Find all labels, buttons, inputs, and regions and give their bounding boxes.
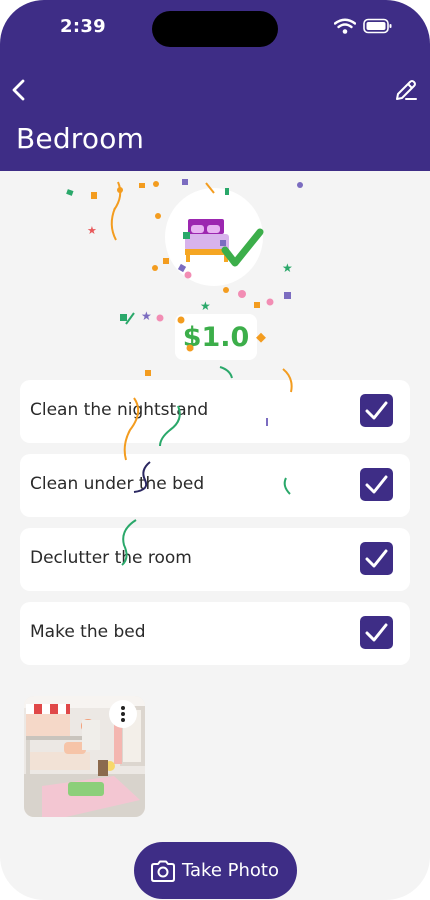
- task-row[interactable]: Clean under the bed: [20, 454, 410, 517]
- reward-amount: $1.0: [175, 314, 257, 360]
- bed-check-icon: [185, 219, 264, 267]
- checkmark-icon: [365, 549, 388, 568]
- camera-icon: [151, 860, 175, 882]
- dot-icon: [121, 718, 125, 722]
- task-label: Make the bed: [30, 622, 146, 642]
- header-bar: 2:39 Bedroom: [0, 0, 430, 171]
- svg-text:★: ★: [282, 261, 293, 275]
- dot-icon: [121, 712, 125, 716]
- back-chevron-icon[interactable]: [8, 76, 32, 104]
- checkmark-icon: [365, 401, 388, 420]
- task-checkbox[interactable]: [360, 394, 393, 427]
- status-time: 2:39: [60, 16, 106, 37]
- task-row[interactable]: Clean the nightstand: [20, 380, 410, 443]
- dynamic-island: [152, 11, 278, 47]
- task-label: Clean under the bed: [30, 474, 205, 494]
- page-title: Bedroom: [16, 122, 145, 155]
- svg-text:★: ★: [141, 309, 152, 323]
- edit-pencil-icon[interactable]: [394, 78, 418, 102]
- task-label: Declutter the room: [30, 548, 192, 568]
- battery-icon: [363, 18, 392, 34]
- photo-more-button[interactable]: [109, 700, 137, 728]
- task-checkbox[interactable]: [360, 468, 393, 501]
- task-label: Clean the nightstand: [30, 400, 209, 420]
- task-row[interactable]: Declutter the room: [20, 528, 410, 591]
- take-photo-label: Take Photo: [182, 860, 279, 881]
- checkmark-icon: [365, 475, 388, 494]
- dot-icon: [121, 706, 125, 710]
- svg-text:★: ★: [200, 299, 211, 313]
- task-checkbox[interactable]: [360, 542, 393, 575]
- task-row[interactable]: Make the bed: [20, 602, 410, 665]
- task-checkbox[interactable]: [360, 616, 393, 649]
- wifi-icon: [334, 18, 356, 34]
- svg-text:★: ★: [87, 224, 97, 237]
- take-photo-button[interactable]: Take Photo: [134, 842, 297, 899]
- checkmark-icon: [365, 623, 388, 642]
- app-screen: 2:39 Bedroom $1.0 Clean the nightstand C…: [0, 0, 430, 900]
